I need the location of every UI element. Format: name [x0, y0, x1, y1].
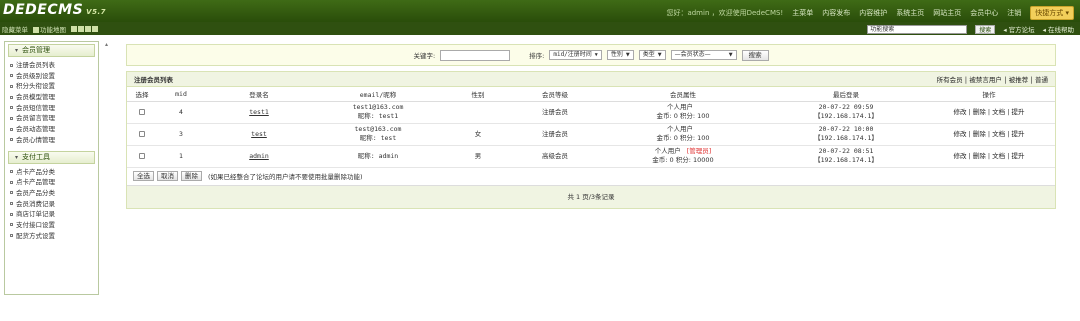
nav-main-menu[interactable]: 主菜单 — [792, 8, 813, 18]
col-mid: mid — [157, 87, 205, 102]
docs-link[interactable]: 文档 — [992, 108, 1005, 116]
docs-link[interactable]: 文档 — [992, 152, 1005, 160]
sidebar-item-consume-record[interactable]: 会员消费记录 — [10, 199, 98, 210]
col-last-login: 最后登录 — [769, 87, 923, 102]
promote-link[interactable]: 提升 — [1011, 152, 1024, 160]
row-checkbox[interactable] — [139, 108, 145, 115]
sidebar-item-card-category[interactable]: 点卡产品分类 — [10, 167, 98, 178]
pagination: 共 1 页/3条记录 — [127, 185, 1055, 208]
function-search-button[interactable]: 搜索 — [975, 24, 996, 34]
col-attr: 会员属性 — [597, 87, 769, 102]
sidebar-item-payment-api[interactable]: 支付接口设置 — [10, 220, 98, 231]
search-button[interactable]: 搜索 — [741, 49, 769, 61]
sidebar-item-product-category[interactable]: 会员产品分类 — [10, 188, 98, 199]
member-list-panel: 注册会员列表 所有会员 | 被禁言用户 | 被推荐 | 普通 选择 mid 登录… — [126, 71, 1056, 209]
promote-link[interactable]: 提升 — [1011, 130, 1024, 138]
chevron-down-icon: ▾ — [15, 47, 19, 54]
sidebar-item-score-title[interactable]: 积分头衔设置 — [10, 81, 98, 92]
member-menu: 注册会员列表 会员级别设置 积分头衔设置 会员模型管理 会员短信管理 会员留言管… — [5, 57, 98, 149]
sitemap-link[interactable]: 功能地图 — [33, 24, 66, 34]
type-select[interactable]: 类型 ▼ — [638, 50, 666, 60]
table-row: 1 admin 昵称: admin 男 高级会员 个人用户 [管理员] 金币: 0 … — [127, 145, 1055, 168]
logo[interactable]: DEDECMS V5.7 — [3, 2, 106, 18]
filter-recommended[interactable]: 被推荐 — [1009, 76, 1029, 84]
sidebar-item-member-mood[interactable]: 会员心情管理 — [10, 135, 98, 146]
promote-link[interactable]: 提升 — [1011, 108, 1024, 116]
main-content: 关键字: 排序: mid/注册时间 ▼ 性别 ▼ 类型 ▼ —会员状态— ▼ 搜索 注册… — [126, 44, 1056, 209]
top-header: DEDECMS V5.7 您好：admin ，欢迎使用DedeCMS! 主菜单 内… — [0, 0, 1080, 22]
nav-logout[interactable]: 注销 — [1007, 8, 1021, 18]
edit-link[interactable]: 修改 — [954, 130, 967, 138]
row-checkbox[interactable] — [139, 152, 145, 159]
layout-icons[interactable] — [71, 25, 99, 33]
top-nav: 您好：admin ，欢迎使用DedeCMS! 主菜单 内容发布 内容维护 系统主… — [666, 6, 1074, 20]
quick-menu-button[interactable]: 快捷方式 ▾ — [1030, 6, 1074, 20]
sidebar-item-card-manage[interactable]: 点卡产品管理 — [10, 177, 98, 188]
sort-label: 排序: — [529, 52, 545, 60]
bulk-delete-button[interactable]: 删除 — [181, 171, 202, 181]
col-level: 会员等级 — [513, 87, 597, 102]
nav-site-home[interactable]: 网站主页 — [933, 8, 961, 18]
nav-content-publish[interactable]: 内容发布 — [822, 8, 850, 18]
sidebar-item-member-message[interactable]: 会员留言管理 — [10, 113, 98, 124]
sub-toolbar: 隐藏菜单 功能地图 功能搜索 搜索 ◂ 官方论坛 ◂ 在线帮助 — [0, 22, 1080, 35]
bulk-actions: 全选 取消 删除 (如果已经整合了论坛的用户请不要使用批量删除功能) — [127, 168, 1055, 186]
help-link[interactable]: ◂ 在线帮助 — [1043, 24, 1074, 34]
keyword-input[interactable] — [440, 49, 511, 61]
welcome-text: 您好：admin ，欢迎使用DedeCMS! — [666, 9, 784, 17]
docs-link[interactable]: 文档 — [992, 130, 1005, 138]
table-row: 4 test1 test1@163.com 昵称: test1 注册会员 个人用户… — [127, 101, 1055, 124]
row-checkbox[interactable] — [139, 130, 145, 137]
keyword-label: 关键字: — [413, 52, 436, 60]
col-ops: 操作 — [923, 87, 1055, 102]
edit-link[interactable]: 修改 — [954, 108, 967, 116]
forum-link[interactable]: ◂ 官方论坛 — [1003, 24, 1034, 34]
delete-link[interactable]: 删除 — [973, 152, 986, 160]
collapse-arrow-icon[interactable]: ▴ — [105, 41, 108, 48]
col-gender: 性别 — [443, 87, 513, 102]
table-row: 3 test test@163.com 昵称: test 女 注册会员 个人用户金… — [127, 123, 1055, 146]
sidebar-section-member[interactable]: ▾ 会员管理 — [8, 44, 95, 57]
status-select[interactable]: —会员状态— ▼ — [670, 50, 737, 60]
username-link[interactable]: test — [251, 130, 267, 138]
hide-menu-link[interactable]: 隐藏菜单 — [2, 24, 28, 34]
delete-link[interactable]: 删除 — [973, 130, 986, 138]
col-email: email/昵称 — [313, 87, 443, 102]
sidebar-item-delivery[interactable]: 配货方式设置 — [10, 231, 98, 242]
nav-member-center[interactable]: 会员中心 — [970, 8, 998, 18]
delete-link[interactable]: 删除 — [973, 108, 986, 116]
username-link[interactable]: admin — [249, 152, 269, 160]
filter-muted-users[interactable]: 被禁言用户 — [969, 76, 1002, 84]
payment-menu: 点卡产品分类 点卡产品管理 会员产品分类 会员消费记录 商店订单记录 支付接口设… — [5, 164, 98, 245]
sidebar-section-payment[interactable]: ▾ 支付工具 — [8, 150, 95, 164]
sort-select[interactable]: mid/注册时间 ▼ — [549, 50, 602, 60]
grid-icon — [33, 27, 39, 33]
sidebar-item-member-level[interactable]: 会员级别设置 — [10, 71, 98, 82]
cancel-select-button[interactable]: 取消 — [157, 171, 178, 181]
filter-all-members[interactable]: 所有会员 — [937, 76, 963, 84]
bulk-delete-note: (如果已经整合了论坛的用户请不要使用批量删除功能) — [208, 173, 363, 181]
col-select: 选择 — [127, 87, 157, 102]
panel-title: 注册会员列表 — [134, 76, 173, 84]
col-login: 登录名 — [205, 87, 313, 102]
username-link[interactable]: test1 — [249, 108, 269, 116]
gender-select[interactable]: 性别 ▼ — [606, 50, 634, 60]
sidebar-item-order-record[interactable]: 商店订单记录 — [10, 209, 98, 220]
sidebar-item-member-model[interactable]: 会员模型管理 — [10, 92, 98, 103]
nav-system-home[interactable]: 系统主页 — [896, 8, 924, 18]
member-table: 选择 mid 登录名 email/昵称 性别 会员等级 会员属性 最后登录 操作… — [127, 87, 1055, 168]
nav-content-maintain[interactable]: 内容维护 — [859, 8, 887, 18]
function-search-input[interactable]: 功能搜索 — [867, 24, 968, 34]
sidebar-item-member-list[interactable]: 注册会员列表 — [10, 60, 98, 71]
sidebar: ▾ 会员管理 注册会员列表 会员级别设置 积分头衔设置 会员模型管理 会员短信管理… — [4, 41, 99, 295]
filter-bar: 关键字: 排序: mid/注册时间 ▼ 性别 ▼ 类型 ▼ —会员状态— ▼ 搜索 — [126, 44, 1056, 66]
edit-link[interactable]: 修改 — [954, 152, 967, 160]
select-all-button[interactable]: 全选 — [133, 171, 154, 181]
sidebar-item-member-sms[interactable]: 会员短信管理 — [10, 103, 98, 114]
chevron-down-icon: ▾ — [15, 153, 19, 161]
sidebar-item-member-feed[interactable]: 会员动态管理 — [10, 124, 98, 135]
filter-normal[interactable]: 普通 — [1035, 76, 1048, 84]
